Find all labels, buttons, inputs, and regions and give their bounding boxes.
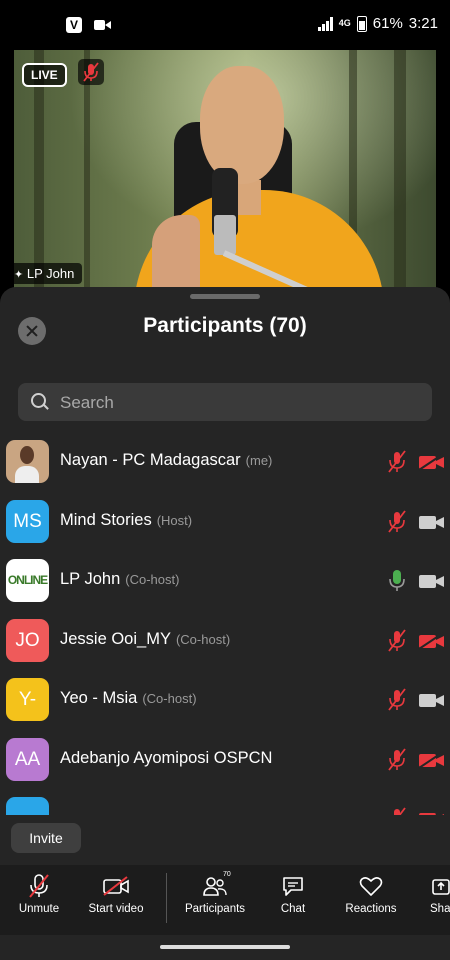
meeting-toolbar: Unmute Start video 70 Participants Chat … bbox=[0, 865, 450, 935]
participant-name bbox=[60, 808, 65, 815]
participant-row[interactable]: ONLINE LP John (Co-host) bbox=[0, 551, 450, 611]
panel-title: Participants (70) bbox=[143, 314, 307, 337]
avatar bbox=[6, 440, 49, 483]
battery-level: 61% bbox=[372, 15, 403, 32]
mic-off-icon bbox=[14, 873, 64, 899]
heart-icon bbox=[342, 873, 400, 899]
participant-name: Mind Stories (Host) bbox=[60, 510, 193, 529]
toolbar-divider bbox=[166, 873, 167, 923]
participant-name: Jessie Ooi_MY (Co-host) bbox=[60, 629, 231, 648]
chat-icon bbox=[276, 873, 310, 899]
participant-list[interactable]: Nayan - PC Madagascar (me) MS Mind Stories(… bbox=[0, 432, 450, 815]
clock: 3:21 bbox=[408, 15, 438, 32]
participant-role: (Co-host) bbox=[125, 572, 180, 587]
video-notification-icon bbox=[94, 19, 112, 31]
reactions-button[interactable]: Reactions bbox=[342, 873, 400, 915]
participant-role: (me) bbox=[245, 453, 273, 468]
mic-muted-indicator-icon bbox=[78, 59, 104, 85]
active-speaker-video[interactable]: LIVE ✦ LP John bbox=[14, 50, 436, 290]
participant-row[interactable]: MS Mind Stories (Host) bbox=[0, 492, 450, 552]
home-indicator[interactable] bbox=[160, 945, 290, 949]
video-off-icon bbox=[84, 873, 148, 899]
avatar: ONLINE bbox=[6, 559, 49, 602]
participant-row[interactable]: Y- Yeo - Msia (Co-host) bbox=[0, 670, 450, 730]
live-badge: LIVE bbox=[22, 63, 67, 87]
participant-name: Yeo - Msia (Co-host) bbox=[60, 689, 197, 707]
participant-role: (Host) bbox=[156, 512, 193, 528]
avatar: JO bbox=[6, 618, 49, 662]
search-input[interactable] bbox=[58, 383, 422, 423]
participants-icon: 70 bbox=[182, 871, 248, 899]
battery-icon bbox=[356, 15, 367, 32]
share-icon bbox=[430, 873, 450, 899]
chat-button[interactable]: Chat bbox=[276, 873, 310, 915]
speaker-name-tag: ✦ LP John bbox=[14, 263, 83, 284]
participant-row[interactable]: Nayan - PC Madagascar (me) bbox=[0, 432, 450, 492]
video-off-icon[interactable] bbox=[418, 750, 445, 769]
participants-sheet: Participants (70) Nayan - PC Madagascar(… bbox=[0, 287, 450, 960]
pin-icon: ✦ bbox=[14, 269, 24, 281]
participants-button[interactable]: 70 Participants bbox=[182, 871, 248, 915]
participant-name: LP John (Co-host) bbox=[60, 570, 180, 588]
avatar: MS bbox=[6, 499, 49, 543]
avatar: Y- bbox=[6, 678, 49, 721]
mic-muted-icon[interactable] bbox=[387, 806, 407, 815]
video-on-icon[interactable] bbox=[418, 691, 445, 709]
video-off-icon[interactable] bbox=[418, 631, 445, 650]
search-icon bbox=[31, 393, 46, 408]
avatar bbox=[6, 797, 49, 815]
signal-icon bbox=[317, 16, 333, 31]
mic-active-icon[interactable] bbox=[387, 568, 407, 594]
participant-role: (Co-host) bbox=[175, 631, 231, 647]
mic-muted-icon[interactable] bbox=[387, 747, 407, 773]
mic-muted-icon[interactable] bbox=[387, 687, 407, 713]
video-speaker-head bbox=[200, 66, 284, 184]
participant-name: Nayan - PC Madagascar (me) bbox=[60, 451, 273, 469]
video-off-icon[interactable] bbox=[418, 810, 445, 815]
participant-role: (Co-host) bbox=[142, 691, 197, 706]
participant-row[interactable] bbox=[0, 789, 450, 815]
status-bar: V 4G 61% 3:21 bbox=[0, 0, 450, 50]
search-bar[interactable] bbox=[18, 383, 432, 423]
invite-button[interactable]: Invite bbox=[11, 823, 81, 853]
mic-muted-icon[interactable] bbox=[387, 628, 407, 654]
start-video-button[interactable]: Start video bbox=[84, 873, 148, 915]
sheet-drag-handle[interactable] bbox=[190, 294, 260, 299]
participants-count-badge: 70 bbox=[223, 871, 231, 878]
participant-row[interactable]: AA Adebanjo Ayomiposi OSPCN bbox=[0, 730, 450, 790]
avatar: AA bbox=[6, 737, 49, 781]
mic-muted-icon[interactable] bbox=[387, 509, 407, 535]
mic-muted-icon[interactable] bbox=[387, 449, 407, 475]
video-on-icon[interactable] bbox=[418, 513, 445, 531]
participant-name: Adebanjo Ayomiposi OSPCN bbox=[60, 748, 273, 767]
video-off-icon[interactable] bbox=[418, 453, 445, 471]
unmute-button[interactable]: Unmute bbox=[14, 873, 64, 915]
participant-row[interactable]: JO Jessie Ooi_MY (Co-host) bbox=[0, 611, 450, 671]
app-notification-icon: V bbox=[66, 17, 82, 33]
share-button[interactable]: Sha bbox=[430, 873, 450, 915]
network-type: 4G bbox=[338, 18, 351, 28]
video-on-icon[interactable] bbox=[418, 572, 445, 590]
